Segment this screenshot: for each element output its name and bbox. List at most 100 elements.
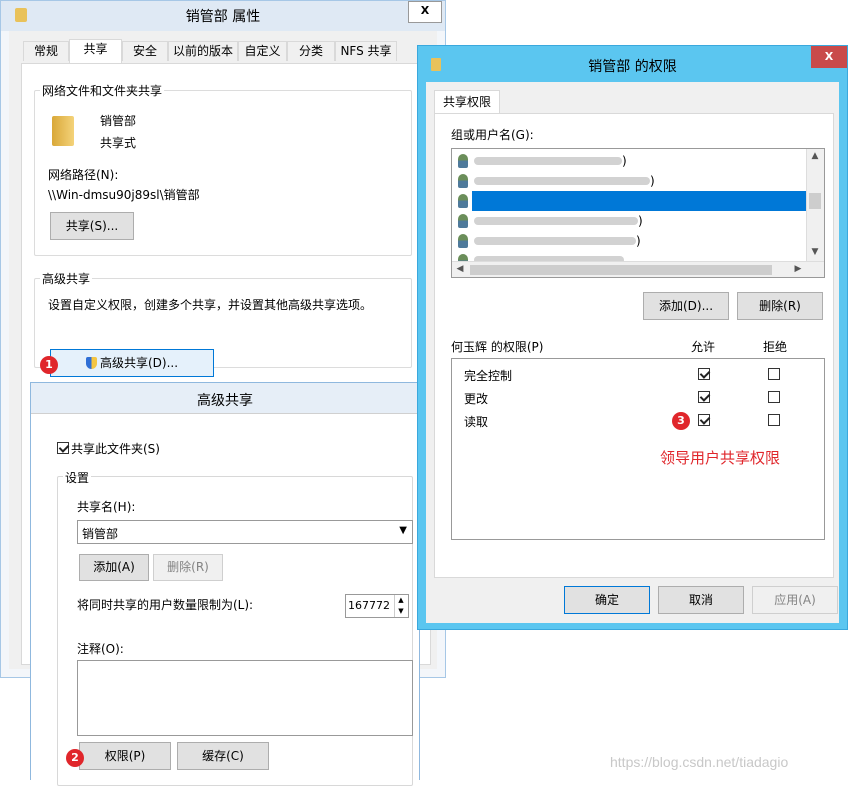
stepper-up-icon[interactable]: ▲ xyxy=(394,595,407,606)
step-badge-2: 2 xyxy=(66,749,84,767)
step-badge-1: 1 xyxy=(40,356,58,374)
user-list[interactable]: ) ) )) ▲ ▼ ◀ ▶ xyxy=(451,148,825,278)
scroll-left-icon[interactable]: ◀ xyxy=(452,262,468,277)
folder-name: 销管部 xyxy=(100,114,137,128)
add-user-button[interactable]: 添加(D)... xyxy=(643,292,729,320)
blurred-user-name xyxy=(474,237,636,245)
tab-share-permissions[interactable]: 共享权限 xyxy=(434,90,500,114)
network-path-value: \\Win-dmsu90j89sl\销管部 xyxy=(48,188,200,202)
user-icon xyxy=(458,254,468,261)
user-name: ) xyxy=(622,154,627,168)
user-limit-value: 167772 xyxy=(348,599,390,612)
selection-highlight xyxy=(472,191,806,211)
apply-button[interactable]: 应用(A) xyxy=(752,586,838,614)
permissions-title: 销管部 的权限 xyxy=(588,59,677,75)
advanced-sharing-group-label: 高级共享 xyxy=(40,270,93,287)
permissions-close-button[interactable]: X xyxy=(811,46,847,68)
blurred-user-name xyxy=(474,177,650,185)
stepper-down-icon[interactable]: ▼ xyxy=(394,606,407,617)
allow-change-checkbox[interactable] xyxy=(698,391,710,403)
advanced-sharing-description: 设置自定义权限，创建多个共享，并设置其他高级共享选项。 xyxy=(48,298,373,312)
scroll-up-icon[interactable]: ▲ xyxy=(807,149,823,165)
properties-title: 销管部 属性 xyxy=(185,9,261,25)
remove-user-button[interactable]: 删除(R) xyxy=(737,292,823,320)
list-item[interactable] xyxy=(452,251,806,261)
tab-nfs-sharing[interactable]: NFS 共享 xyxy=(335,41,397,61)
allow-full-control-checkbox[interactable] xyxy=(698,368,710,380)
list-item[interactable]: ) xyxy=(452,151,806,171)
tab-customize[interactable]: 自定义 xyxy=(238,41,287,61)
folder-status: 共享式 xyxy=(100,136,137,150)
user-icon xyxy=(458,194,468,208)
vertical-scrollbar[interactable]: ▲ ▼ xyxy=(806,149,824,261)
advanced-sharing-title: 高级共享 xyxy=(197,393,253,409)
permission-name: 读取 xyxy=(464,415,489,429)
advanced-sharing-window: 高级共享 共享此文件夹(S) 设置 共享名(H): 销管部 ▼ 添加(A) 删除… xyxy=(30,382,420,786)
tab-sharing[interactable]: 共享 xyxy=(69,39,122,63)
comment-label: 注释(O): xyxy=(77,642,124,656)
advanced-sharing-button-label: 高级共享(D)... xyxy=(99,356,179,370)
share-folder-checkbox[interactable] xyxy=(57,442,69,454)
remove-share-button[interactable]: 删除(R) xyxy=(153,554,223,581)
share-name-value: 销管部 xyxy=(82,527,119,541)
user-name: ) xyxy=(650,174,655,188)
blurred-user-name xyxy=(474,157,622,165)
user-name: ) xyxy=(638,214,643,228)
advanced-sharing-button[interactable]: 高级共享(D)... xyxy=(50,349,214,377)
list-item-selected[interactable] xyxy=(452,191,806,211)
user-icon xyxy=(458,154,468,168)
scroll-thumb-horizontal[interactable] xyxy=(470,265,772,275)
list-item[interactable]: ) xyxy=(452,171,806,191)
ok-button[interactable]: 确定 xyxy=(564,586,650,614)
network-sharing-group-label: 网络文件和文件夹共享 xyxy=(40,82,165,99)
properties-close-button[interactable]: X xyxy=(408,1,442,23)
scroll-down-icon[interactable]: ▼ xyxy=(807,245,823,261)
user-limit-label: 将同时共享的用户数量限制为(L): xyxy=(77,598,254,612)
share-name-dropdown[interactable]: 销管部 ▼ xyxy=(77,520,413,544)
settings-group-label: 设置 xyxy=(63,469,92,486)
allow-column-header: 允许 xyxy=(691,340,716,354)
user-limit-stepper[interactable]: 167772 ▲ ▼ xyxy=(345,594,409,618)
share-permissions-page: 组或用户名(G): ) ))) ▲ ▼ ◀ ▶ 添加(D)... 删除(R)… xyxy=(434,113,834,578)
deny-change-checkbox[interactable] xyxy=(768,391,780,403)
user-icon xyxy=(458,174,468,188)
tab-general[interactable]: 常规 xyxy=(23,41,69,61)
user-icon xyxy=(458,214,468,228)
allow-read-checkbox[interactable] xyxy=(698,414,710,426)
tab-security[interactable]: 安全 xyxy=(122,41,168,61)
share-folder-checkbox-label: 共享此文件夹(S) xyxy=(71,442,160,456)
chevron-down-icon: ▼ xyxy=(399,525,407,536)
permissions-header-label: 何玉辉 的权限(P) xyxy=(451,340,544,354)
scroll-right-icon[interactable]: ▶ xyxy=(790,262,806,277)
user-name: ) xyxy=(636,234,641,248)
comment-textarea[interactable] xyxy=(77,660,413,736)
shared-folder-icon xyxy=(52,116,74,146)
caching-button[interactable]: 缓存(C) xyxy=(177,742,269,770)
watermark: https://blog.csdn.net/tiadagio xyxy=(610,754,789,770)
advanced-sharing-title-bar: 高级共享 xyxy=(31,383,419,413)
permissions-list: 完全控制 更改 读取 领导用户共享权限 xyxy=(451,358,825,540)
cancel-button[interactable]: 取消 xyxy=(658,586,744,614)
deny-read-checkbox[interactable] xyxy=(768,414,780,426)
user-icon xyxy=(458,234,468,248)
permissions-client: 共享权限 组或用户名(G): ) ))) ▲ ▼ ◀ ▶ 添加(D)... … xyxy=(426,82,839,623)
list-item[interactable]: ) xyxy=(452,211,806,231)
share-name-label: 共享名(H): xyxy=(77,500,136,514)
step-badge-3: 3 xyxy=(672,412,690,430)
deny-full-control-checkbox[interactable] xyxy=(768,368,780,380)
list-item[interactable]: ) xyxy=(452,231,806,251)
uac-shield-icon xyxy=(85,357,97,369)
advanced-sharing-client: 共享此文件夹(S) 设置 共享名(H): 销管部 ▼ 添加(A) 删除(R) 将… xyxy=(31,413,419,786)
add-share-button[interactable]: 添加(A) xyxy=(79,554,149,581)
scroll-thumb[interactable] xyxy=(809,193,821,209)
tab-previous-versions[interactable]: 以前的版本 xyxy=(168,41,238,61)
tab-strip: 常规 共享 安全 以前的版本 自定义 分类 NFS 共享 xyxy=(23,39,423,63)
blurred-user-name xyxy=(474,217,638,225)
tab-classification[interactable]: 分类 xyxy=(287,41,335,61)
permissions-button[interactable]: 权限(P) xyxy=(79,742,171,770)
share-button[interactable]: 共享(S)... xyxy=(50,212,134,240)
deny-column-header: 拒绝 xyxy=(763,340,788,354)
permission-name: 完全控制 xyxy=(464,369,513,383)
permissions-title-bar: 销管部 的权限 X xyxy=(418,46,847,82)
horizontal-scrollbar[interactable]: ◀ ▶ xyxy=(452,261,824,277)
